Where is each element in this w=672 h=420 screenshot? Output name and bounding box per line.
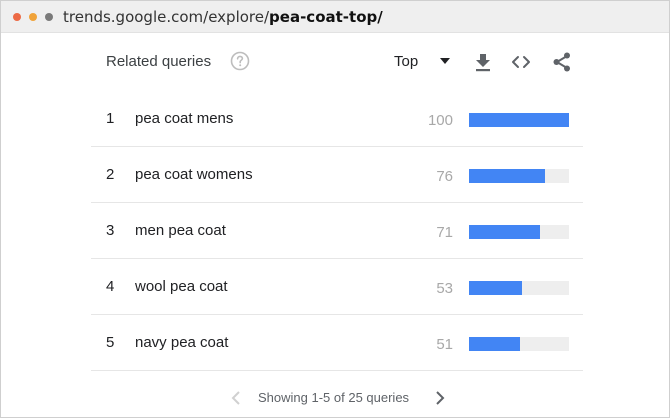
query-rank: 5 — [106, 334, 115, 351]
query-bar-track — [469, 281, 569, 295]
query-list: 1 pea coat mens 100 2 pea coat womens 76… — [91, 91, 583, 371]
query-bar — [469, 113, 569, 127]
screenshot-frame: trends.google.com/explore/pea-coat-top/ … — [0, 0, 670, 418]
query-bar — [469, 225, 540, 239]
embed-code-icon[interactable] — [510, 51, 532, 73]
query-bar — [469, 337, 520, 351]
card-header: Related queries Top — [91, 33, 583, 89]
query-value: 51 — [436, 336, 453, 353]
url-base: trends.google.com/explore/ — [63, 8, 270, 26]
query-text[interactable]: navy pea coat — [135, 334, 228, 351]
query-rank: 4 — [106, 278, 115, 295]
query-rank: 1 — [106, 110, 115, 127]
query-row[interactable]: 5 navy pea coat 51 — [91, 315, 583, 371]
query-bar — [469, 281, 522, 295]
window-minimize-dot[interactable] — [29, 13, 37, 21]
chevron-right-icon[interactable] — [435, 391, 445, 405]
query-value: 100 — [427, 112, 453, 129]
selected-filter: Top — [394, 53, 419, 70]
query-value: 53 — [436, 280, 453, 297]
url-field[interactable]: trends.google.com/explore/pea-coat-top/ — [63, 8, 383, 26]
share-icon[interactable] — [551, 51, 573, 73]
query-row[interactable]: 4 wool pea coat 53 — [91, 259, 583, 315]
query-row[interactable]: 2 pea coat womens 76 — [91, 147, 583, 203]
query-rank: 3 — [106, 222, 115, 239]
download-icon[interactable] — [472, 51, 494, 73]
query-text[interactable]: pea coat mens — [135, 110, 233, 127]
query-value: 76 — [436, 168, 453, 185]
top-rising-select[interactable]: Top — [384, 48, 454, 74]
query-bar-track — [469, 225, 569, 239]
query-bar-track — [469, 113, 569, 127]
browser-address-bar: trends.google.com/explore/pea-coat-top/ — [1, 1, 669, 33]
pagination-info: Showing 1-5 of 25 queries — [258, 390, 410, 405]
query-text[interactable]: pea coat womens — [135, 166, 253, 183]
query-bar-track — [469, 337, 569, 351]
caret-down-icon — [440, 58, 450, 64]
query-bar — [469, 169, 545, 183]
window-maximize-dot[interactable] — [45, 13, 53, 21]
query-row[interactable]: 1 pea coat mens 100 — [91, 91, 583, 147]
help-circle-icon[interactable] — [230, 51, 250, 71]
widget-title: Related queries — [106, 53, 212, 70]
pagination: Showing 1-5 of 25 queries — [91, 385, 583, 411]
query-text[interactable]: men pea coat — [135, 222, 226, 239]
query-row[interactable]: 3 men pea coat 71 — [91, 203, 583, 259]
query-value: 71 — [436, 224, 453, 241]
query-bar-track — [469, 169, 569, 183]
url-path: pea-coat-top/ — [269, 8, 383, 26]
chevron-left-icon[interactable] — [231, 391, 241, 405]
related-queries-card: Related queries Top 1 pea coat mens 100 … — [91, 33, 583, 417]
window-close-dot[interactable] — [13, 13, 21, 21]
query-rank: 2 — [106, 166, 115, 183]
query-text[interactable]: wool pea coat — [135, 278, 228, 295]
